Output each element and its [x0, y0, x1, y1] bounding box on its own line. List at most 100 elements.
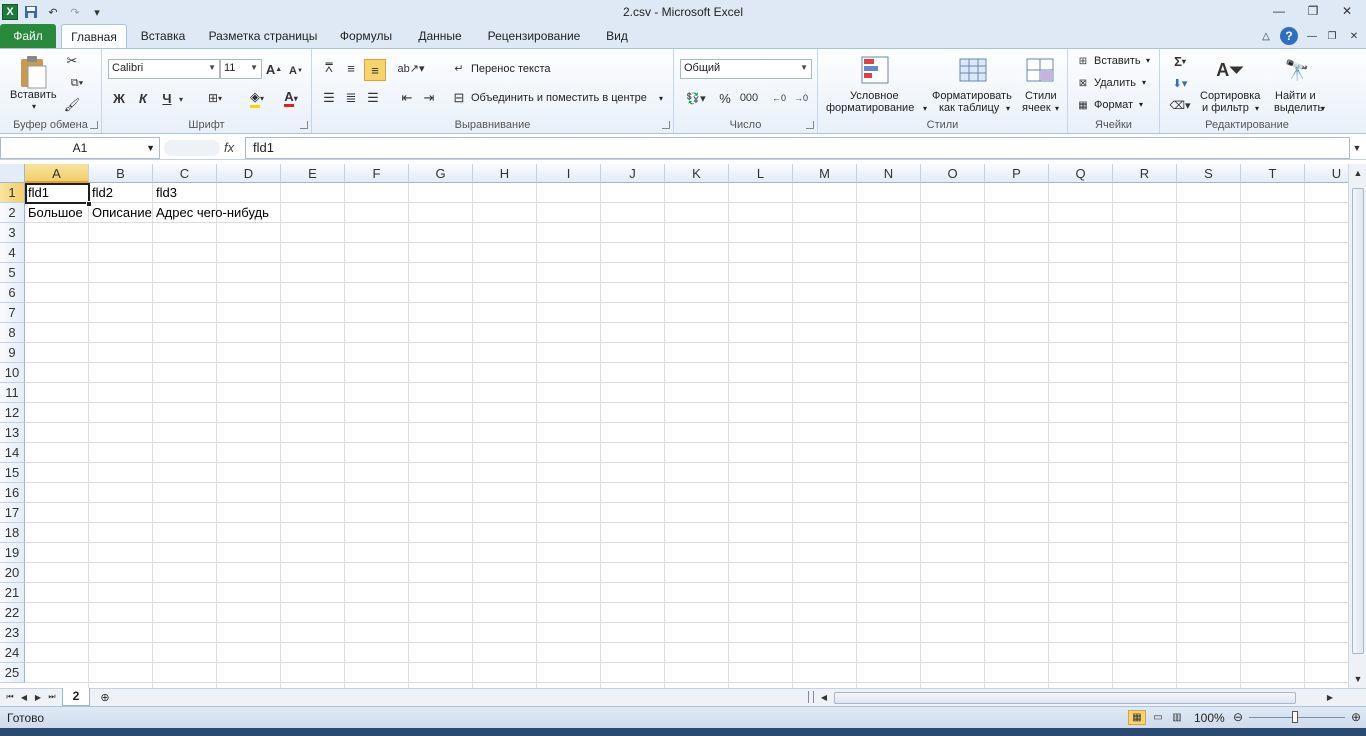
column-header-e[interactable]: E	[281, 164, 345, 183]
fill-handle[interactable]	[86, 201, 92, 207]
sort-filter-line2[interactable]: и фильтр	[1202, 102, 1249, 114]
format-as-table-line2[interactable]: как таблицу	[939, 102, 999, 114]
tab-split-handle[interactable]	[808, 691, 814, 703]
row-header-3[interactable]: 3	[0, 223, 25, 243]
shrink-font-icon[interactable]: A ▼	[288, 63, 304, 79]
column-header-k[interactable]: K	[665, 164, 729, 183]
decrease-indent-icon[interactable]: ⇤	[398, 89, 416, 107]
expand-formula-bar-icon[interactable]: ▼	[1350, 140, 1364, 156]
autosum-icon[interactable]: Σ ▾	[1168, 53, 1192, 69]
cell-c1[interactable]: fld3	[153, 183, 177, 203]
fill-icon[interactable]: ⬇▾	[1168, 75, 1192, 91]
zoom-out-icon[interactable]: ⊖	[1231, 710, 1245, 724]
cell-styles-line2[interactable]: ячеек	[1022, 102, 1051, 114]
column-header-c[interactable]: C	[153, 164, 217, 183]
page-break-view-icon[interactable]: ▥	[1168, 710, 1186, 725]
minimize-ribbon-icon[interactable]: △	[1258, 28, 1274, 44]
row-header-14[interactable]: 14	[0, 443, 25, 463]
font-name-combo[interactable]: Calibri ▼	[108, 59, 220, 79]
tab-insert[interactable]: Вставка	[132, 24, 194, 48]
last-sheet-icon[interactable]: ⏭	[46, 690, 58, 704]
column-header-n[interactable]: N	[857, 164, 921, 183]
column-header-m[interactable]: M	[793, 164, 857, 183]
row-header-5[interactable]: 5	[0, 263, 25, 283]
font-launcher-icon[interactable]	[300, 121, 308, 129]
workbook-restore-icon[interactable]: ❐	[1324, 28, 1340, 44]
format-painter-icon[interactable]: 🖌	[64, 97, 81, 113]
zoom-in-icon[interactable]: ⊕	[1349, 710, 1363, 724]
cell-a2[interactable]: Большое	[25, 203, 83, 223]
align-top-icon[interactable]: ⩞	[320, 59, 338, 77]
merge-center-button[interactable]: Объединить и поместить в центре	[471, 92, 647, 104]
scroll-up-icon[interactable]: ▲	[1350, 166, 1366, 180]
delete-dropdown-icon[interactable]: ▾	[1142, 78, 1146, 87]
row-header-24[interactable]: 24	[0, 643, 25, 663]
workbook-minimize-icon[interactable]: —	[1304, 28, 1320, 44]
row-header-21[interactable]: 21	[0, 583, 25, 603]
conditional-formatting-line1[interactable]: Условное	[850, 90, 899, 102]
paste-button[interactable]: Вставить	[10, 89, 57, 101]
sort-filter-dropdown-icon[interactable]: ▾	[1255, 104, 1259, 113]
find-select-line2[interactable]: выделить	[1274, 102, 1323, 114]
paste-icon[interactable]	[16, 53, 52, 91]
decrease-decimal-icon[interactable]: →0	[792, 89, 810, 107]
column-header-d[interactable]: D	[217, 164, 281, 183]
minimize-icon[interactable]: —	[1262, 0, 1296, 22]
cell-b2[interactable]: Описание	[89, 203, 152, 223]
row-header-8[interactable]: 8	[0, 323, 25, 343]
cell-c2[interactable]: Адрес чего-нибудь	[153, 203, 269, 223]
row-header-13[interactable]: 13	[0, 423, 25, 443]
insert-dropdown-icon[interactable]: ▾	[1146, 56, 1150, 65]
column-header-b[interactable]: B	[89, 164, 153, 183]
clipboard-launcher-icon[interactable]	[90, 121, 98, 129]
next-sheet-icon[interactable]: ▶	[32, 690, 44, 704]
row-header-12[interactable]: 12	[0, 403, 25, 423]
tab-formulas[interactable]: Формулы	[332, 24, 400, 48]
prev-sheet-icon[interactable]: ◀	[18, 690, 30, 704]
format-cells-button[interactable]: Формат	[1094, 99, 1133, 111]
underline-button[interactable]: Ч	[158, 89, 176, 107]
row-header-16[interactable]: 16	[0, 483, 25, 503]
row-header-23[interactable]: 23	[0, 623, 25, 643]
cell-styles-line1[interactable]: Стили	[1025, 90, 1057, 102]
scroll-left-icon[interactable]: ◀	[818, 690, 830, 704]
find-select-icon[interactable]: 🔭	[1280, 53, 1314, 87]
number-launcher-icon[interactable]	[806, 121, 814, 129]
column-header-q[interactable]: Q	[1049, 164, 1113, 183]
format-table-dropdown-icon[interactable]: ▾	[1006, 104, 1010, 113]
tab-review[interactable]: Рецензирование	[480, 24, 588, 48]
format-as-table-line1[interactable]: Форматировать	[932, 90, 1012, 102]
first-sheet-icon[interactable]: ⏮	[4, 690, 16, 704]
conditional-formatting-icon[interactable]	[858, 53, 892, 87]
column-header-u[interactable]: U	[1305, 164, 1348, 183]
thousands-button[interactable]: 000	[738, 89, 760, 107]
column-header-i[interactable]: I	[537, 164, 601, 183]
format-dropdown-icon[interactable]: ▾	[1139, 100, 1143, 109]
borders-icon[interactable]: ⊞ ▾	[200, 89, 230, 107]
merge-dropdown-icon[interactable]: ▾	[659, 94, 663, 103]
row-header-10[interactable]: 10	[0, 363, 25, 383]
row-header-22[interactable]: 22	[0, 603, 25, 623]
formula-input[interactable]: fld1	[245, 137, 1350, 159]
sort-filter-line1[interactable]: Сортировка	[1200, 90, 1260, 102]
increase-indent-icon[interactable]: ⇥	[420, 89, 438, 107]
font-size-combo[interactable]: 11 ▼	[220, 59, 262, 79]
merge-center-icon[interactable]: ⊟	[450, 89, 468, 107]
row-header-20[interactable]: 20	[0, 563, 25, 583]
delete-cells-button[interactable]: Удалить	[1094, 77, 1136, 89]
italic-button[interactable]: К	[134, 89, 152, 107]
vertical-scrollbar[interactable]: ▲ ▼	[1348, 164, 1366, 688]
column-header-t[interactable]: T	[1241, 164, 1305, 183]
align-middle-icon[interactable]: ≡	[342, 59, 360, 77]
insert-function-button[interactable]: fx	[224, 140, 234, 155]
row-header-7[interactable]: 7	[0, 303, 25, 323]
row-header-17[interactable]: 17	[0, 503, 25, 523]
currency-icon[interactable]: 💱▾	[682, 89, 710, 107]
horizontal-scroll-thumb[interactable]	[834, 692, 1296, 704]
help-icon[interactable]: ?	[1280, 27, 1298, 45]
format-cells-icon[interactable]: ▦	[1076, 98, 1090, 112]
tab-file[interactable]: Файл	[0, 24, 56, 48]
vertical-scroll-thumb[interactable]	[1352, 188, 1364, 654]
align-bottom-icon[interactable]: ≡	[364, 59, 386, 81]
increase-decimal-icon[interactable]: ←0	[770, 89, 788, 107]
